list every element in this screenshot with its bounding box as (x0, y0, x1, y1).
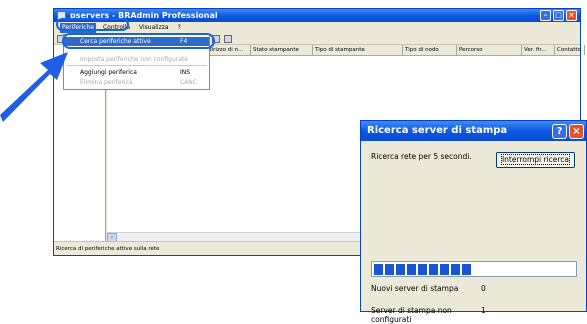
close-icon[interactable]: × (569, 124, 584, 139)
search-progress-bar (371, 261, 577, 277)
menubar: Periferiche Controlla Visualizza ? (54, 22, 580, 33)
pointer-arrow-icon (0, 52, 68, 122)
progress-segment (451, 264, 460, 275)
unconfigured-label: Server di stampa non configurati (371, 306, 452, 324)
dialog-titlebar[interactable]: Ricerca server di stampa ? × (361, 121, 586, 141)
column-path[interactable]: Percorso (457, 45, 522, 55)
new-servers-value: 0 (481, 284, 486, 293)
unconfigured-value: 1 (481, 306, 486, 315)
progress-segment (440, 264, 449, 275)
searching-text: Ricerca rete per 5 secondi. (371, 152, 472, 161)
column-printer-status[interactable]: Stato stampante (251, 45, 313, 55)
column-firmware[interactable]: Ver. fir... (522, 45, 555, 55)
stop-search-button[interactable]: Interrompi ricerca (496, 152, 575, 168)
progress-segment (418, 264, 427, 275)
dialog-title: Ricerca server di stampa (367, 125, 508, 136)
new-servers-label: Nuovi server di stampa (371, 284, 459, 293)
minimize-icon[interactable]: – (540, 10, 551, 21)
progress-segment (429, 264, 438, 275)
column-node-type[interactable]: Tipo di nodo (403, 45, 457, 55)
menu-help[interactable]: ? (176, 23, 183, 33)
printer-icon[interactable] (224, 35, 232, 43)
column-printer-type[interactable]: Tipo di stampante (313, 45, 403, 55)
progress-segment (407, 264, 416, 275)
window-titlebar[interactable]: pservers - BRAdmin Professional – □ × (54, 9, 580, 22)
menu-item-shortcut: CANC (180, 79, 197, 86)
search-dialog: Ricerca server di stampa ? × Ricerca ret… (360, 120, 587, 324)
progress-segment (396, 264, 405, 275)
progress-segment (462, 264, 471, 275)
progress-segment (374, 264, 383, 275)
help-icon[interactable]: ? (552, 124, 567, 139)
column-contact[interactable]: Contatto (555, 45, 585, 55)
close-icon[interactable]: × (566, 10, 577, 21)
progress-segment (385, 264, 394, 275)
menu-visualizza[interactable]: Visualizza (137, 23, 171, 33)
menu-item-shortcut: INS (180, 69, 191, 76)
stop-search-label: Interrompi ricerca (500, 154, 571, 165)
maximize-icon[interactable]: □ (553, 10, 564, 21)
